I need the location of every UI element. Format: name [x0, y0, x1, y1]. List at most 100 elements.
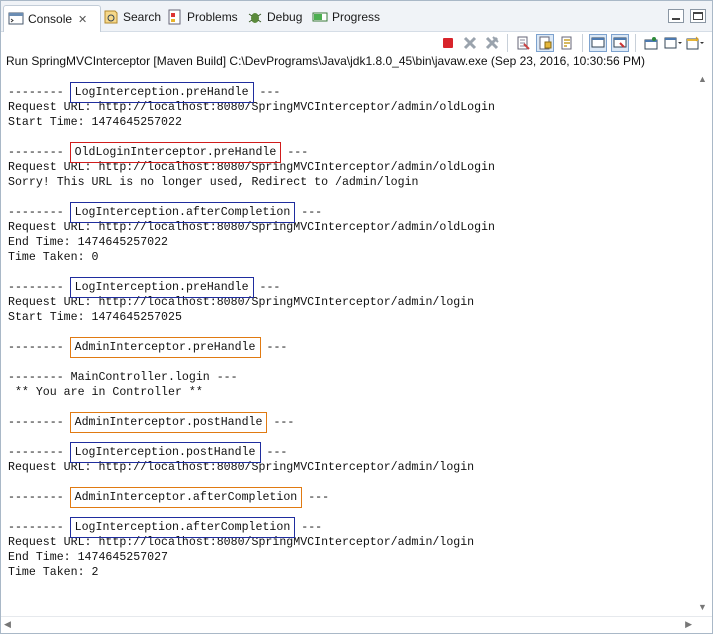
display-console-icon[interactable]: [664, 34, 682, 52]
remove-launch-icon[interactable]: [461, 34, 479, 52]
highlighted-method-name: AdminInterceptor.postHandle: [69, 412, 268, 433]
console-line-suffix: ---: [301, 491, 330, 504]
highlighted-method-name: AdminInterceptor.preHandle: [69, 337, 261, 358]
open-console-icon[interactable]: [686, 34, 704, 52]
scroll-lock-icon[interactable]: [536, 34, 554, 52]
scroll-left-icon[interactable]: ◀: [4, 619, 11, 630]
console-line: Time Taken: 0: [8, 251, 99, 264]
scroll-up-icon[interactable]: ▲: [698, 74, 707, 84]
console-line-prefix: --------: [8, 446, 71, 459]
console-line: -------- LogInterception.preHandle ---: [8, 82, 495, 103]
tab-progress-label: Progress: [332, 10, 381, 24]
console-line-suffix: ---: [252, 86, 281, 99]
highlighted-method-name: LogInterception.preHandle: [69, 82, 254, 103]
debug-icon: [248, 13, 262, 23]
console-line-prefix: --------: [8, 341, 71, 354]
console-line: Request URL: http://localhost:8080/Sprin…: [8, 101, 496, 114]
console-line: -------- OldLoginInterceptor.preHandle -…: [8, 142, 495, 163]
console-line: End Time: 1474645257022: [8, 236, 169, 249]
view-tab-bar: Console ✕ Search Problems Debug Progress: [1, 1, 712, 32]
close-tab-icon[interactable]: ✕: [78, 13, 87, 26]
terminate-icon[interactable]: [439, 34, 457, 52]
console-line-suffix: ---: [294, 521, 323, 534]
console-line: -------- AdminInterceptor.preHandle ---: [8, 337, 495, 358]
highlighted-method-name: LogInterception.postHandle: [69, 442, 261, 463]
scroll-down-icon[interactable]: ▼: [698, 602, 707, 612]
console-line: -------- AdminInterceptor.afterCompletio…: [8, 487, 495, 508]
console-line: -------- MainController.login ---: [8, 371, 238, 384]
word-wrap-icon[interactable]: [558, 34, 576, 52]
console-line-suffix: ---: [259, 446, 288, 459]
console-line: -------- LogInterception.afterCompletion…: [8, 517, 495, 538]
console-line: End Time: 1474645257027: [8, 551, 169, 564]
tab-problems-label: Problems: [187, 10, 238, 24]
window-controls: [668, 9, 706, 23]
console-line: Sorry! This URL is no longer used, Redir…: [8, 176, 419, 189]
console-line-prefix: --------: [8, 86, 71, 99]
horizontal-scrollbar[interactable]: ◀ ▶: [1, 616, 712, 633]
toolbar-separator: [582, 34, 583, 52]
tab-search[interactable]: Search: [103, 5, 161, 29]
highlighted-method-name: LogInterception.afterCompletion: [69, 202, 296, 223]
console-line-prefix: --------: [8, 491, 71, 504]
highlighted-method-name: LogInterception.afterCompletion: [69, 517, 296, 538]
console-line-prefix: --------: [8, 206, 71, 219]
console-view: Console ✕ Search Problems Debug Progress: [0, 0, 713, 634]
console-line: Start Time: 1474645257025: [8, 311, 182, 324]
show-on-stdout-icon[interactable]: [589, 34, 607, 52]
pin-console-icon[interactable]: [642, 34, 660, 52]
tab-console[interactable]: Console ✕: [3, 5, 101, 32]
scroll-right-icon[interactable]: ▶: [685, 619, 692, 630]
search-icon: [104, 10, 118, 24]
console-icon: [8, 12, 24, 25]
console-line: Request URL: http://localhost:8080/Sprin…: [8, 221, 496, 234]
console-output[interactable]: -------- LogInterception.preHandle --- Re…: [1, 71, 694, 616]
console-line: Request URL: http://localhost:8080/Sprin…: [8, 461, 475, 474]
console-line-suffix: ---: [259, 341, 288, 354]
toolbar-separator: [635, 34, 636, 52]
console-line-suffix: ---: [266, 416, 295, 429]
tab-console-label: Console: [28, 12, 73, 26]
tab-progress[interactable]: Progress: [312, 5, 380, 29]
launch-description: Run SpringMVCInterceptor [Maven Build] C…: [6, 54, 646, 68]
console-line-prefix: --------: [8, 281, 71, 294]
highlighted-method-name: AdminInterceptor.afterCompletion: [69, 487, 303, 508]
highlighted-method-name: OldLoginInterceptor.preHandle: [69, 142, 282, 163]
console-text: -------- LogInterception.preHandle --- Re…: [8, 82, 496, 580]
problems-icon: [168, 9, 181, 25]
toolbar-separator: [507, 34, 508, 52]
maximize-icon[interactable]: [690, 9, 706, 23]
console-toolbar: [1, 32, 712, 54]
progress-icon: [312, 12, 328, 22]
highlighted-method-name: LogInterception.preHandle: [69, 277, 254, 298]
console-line-prefix: --------: [8, 416, 71, 429]
console-line: Request URL: http://localhost:8080/Sprin…: [8, 161, 496, 174]
minimize-icon[interactable]: [668, 9, 684, 23]
console-line: -------- LogInterception.afterCompletion…: [8, 202, 495, 223]
console-line-prefix: --------: [8, 521, 71, 534]
tab-problems[interactable]: Problems: [167, 5, 238, 29]
console-line: -------- LogInterception.postHandle ---: [8, 442, 495, 463]
tab-debug-label: Debug: [267, 10, 303, 24]
clear-console-icon[interactable]: [514, 34, 532, 52]
console-line: Request URL: http://localhost:8080/Sprin…: [8, 296, 475, 309]
console-line: Request URL: http://localhost:8080/Sprin…: [8, 536, 475, 549]
show-on-stderr-icon[interactable]: [611, 34, 629, 52]
tab-debug[interactable]: Debug: [247, 5, 302, 29]
console-line: ** You are in Controller **: [8, 386, 203, 399]
tab-search-label: Search: [123, 10, 162, 24]
console-line: -------- AdminInterceptor.postHandle ---: [8, 412, 495, 433]
console-line: -------- LogInterception.preHandle ---: [8, 277, 495, 298]
remove-all-terminated-icon[interactable]: [483, 34, 501, 52]
console-line-suffix: ---: [252, 281, 281, 294]
console-line: Time Taken: 2: [8, 566, 99, 579]
vertical-scrollbar[interactable]: ▲ ▼: [695, 71, 710, 615]
